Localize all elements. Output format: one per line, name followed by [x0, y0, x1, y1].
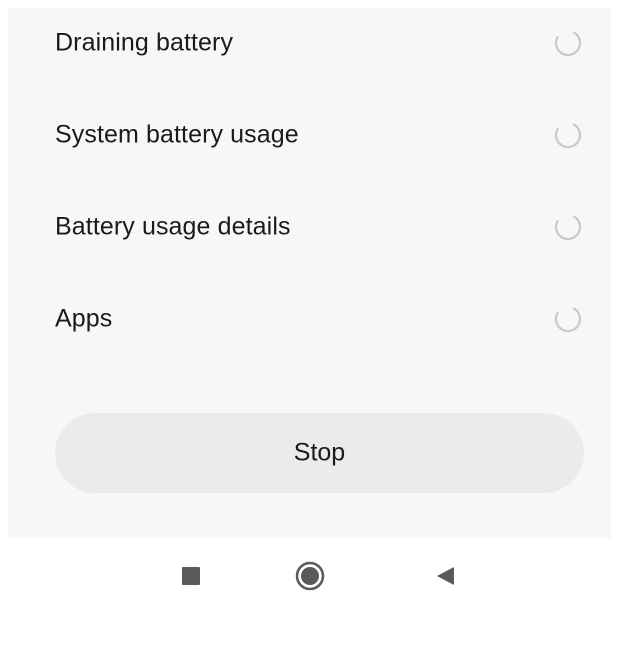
screen: Draining battery System battery usage Ba…	[0, 0, 619, 659]
loading-spinner-icon	[553, 28, 583, 58]
loading-spinner-icon	[553, 304, 583, 334]
triangle-back-icon	[424, 554, 468, 598]
scan-item-battery-usage-details: Battery usage details	[8, 197, 611, 257]
scan-item-label: Battery usage details	[55, 212, 291, 241]
stop-button[interactable]: Stop	[55, 413, 584, 493]
scan-item-label: System battery usage	[55, 120, 299, 149]
loading-spinner-icon	[553, 212, 583, 242]
back-button[interactable]	[424, 554, 468, 598]
scan-item-label: Apps	[55, 304, 113, 333]
stop-button-label: Stop	[293, 438, 346, 467]
circle-icon	[288, 554, 332, 598]
square-icon	[169, 554, 213, 598]
recents-button[interactable]	[169, 554, 213, 598]
loading-spinner-icon	[553, 120, 583, 150]
home-button[interactable]	[288, 554, 332, 598]
scan-item-label: Draining battery	[55, 28, 234, 57]
scan-item-apps: Apps	[8, 289, 611, 349]
scan-item-system-battery-usage: System battery usage	[8, 105, 611, 165]
system-navigation-bar	[0, 538, 619, 618]
battery-scan-panel: Draining battery System battery usage Ba…	[8, 8, 611, 538]
scan-item-draining-battery: Draining battery	[8, 13, 611, 73]
